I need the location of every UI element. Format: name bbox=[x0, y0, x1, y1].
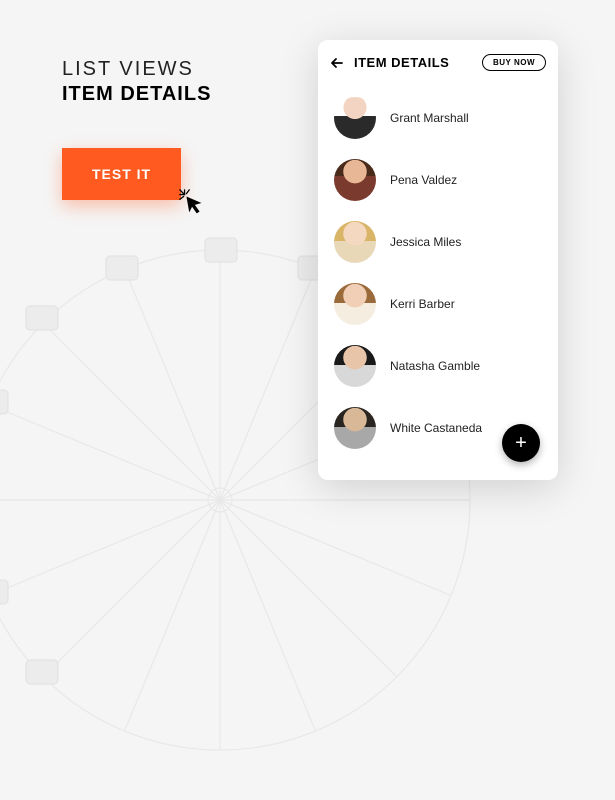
avatar bbox=[334, 97, 376, 139]
avatar bbox=[334, 283, 376, 325]
item-name: Kerri Barber bbox=[390, 297, 455, 311]
plus-icon: + bbox=[515, 432, 527, 455]
item-name: White Castaneda bbox=[390, 421, 482, 435]
list-item[interactable]: Kerri Barber bbox=[318, 273, 558, 335]
item-name: Jessica Miles bbox=[390, 235, 461, 249]
phone-header: ITEM DETAILS BUY NOW bbox=[318, 40, 558, 83]
cta-label: TEST IT bbox=[92, 166, 151, 182]
avatar bbox=[334, 159, 376, 201]
avatar bbox=[334, 345, 376, 387]
item-name: Grant Marshall bbox=[390, 111, 469, 125]
avatar bbox=[334, 221, 376, 263]
phone-mockup: ITEM DETAILS BUY NOW Grant Marshall Pena… bbox=[318, 40, 558, 480]
list-item[interactable]: Grant Marshall bbox=[318, 87, 558, 149]
avatar bbox=[334, 407, 376, 449]
add-fab-button[interactable]: + bbox=[502, 424, 540, 462]
item-name: Natasha Gamble bbox=[390, 359, 480, 373]
heading-line2: ITEM DETAILS bbox=[62, 83, 211, 106]
list-item[interactable]: Natasha Gamble bbox=[318, 335, 558, 397]
contacts-list: Grant Marshall Pena Valdez Jessica Miles… bbox=[318, 83, 558, 480]
phone-title: ITEM DETAILS bbox=[354, 55, 474, 70]
cursor-click-icon bbox=[178, 188, 208, 218]
back-arrow-icon[interactable] bbox=[330, 55, 346, 71]
buy-now-button[interactable]: BUY NOW bbox=[482, 54, 546, 71]
heading-line1: LIST VIEWS bbox=[62, 58, 211, 81]
list-item[interactable]: Pena Valdez bbox=[318, 149, 558, 211]
item-name: Pena Valdez bbox=[390, 173, 457, 187]
heading-block: LIST VIEWS ITEM DETAILS bbox=[62, 58, 211, 106]
list-item[interactable]: Jessica Miles bbox=[318, 211, 558, 273]
test-it-button[interactable]: TEST IT bbox=[62, 148, 181, 200]
